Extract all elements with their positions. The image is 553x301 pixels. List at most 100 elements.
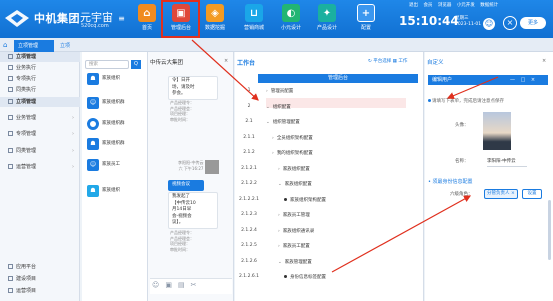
- chevron-right-icon: ›: [278, 213, 280, 218]
- top-link[interactable]: 会员: [423, 3, 432, 8]
- group-avatar-icon: ☗: [87, 185, 99, 197]
- tree-node[interactable]: ⌄ 家族组织配置: [278, 181, 312, 187]
- top-link[interactable]: 小元开发: [457, 3, 475, 8]
- tree-node[interactable]: › 管理员配置: [266, 88, 293, 94]
- attach-icon[interactable]: ✂: [191, 281, 203, 289]
- user-photo[interactable]: [483, 112, 511, 150]
- row-number: 2.1.2.2: [241, 181, 257, 186]
- contact-item[interactable]: ☺ 家族组织群: [87, 96, 145, 110]
- set-role-button[interactable]: 设置: [522, 189, 542, 199]
- nav-data-mining[interactable]: ◈ 数据挖掘: [198, 4, 232, 36]
- refresh-icon[interactable]: ↻: [368, 59, 372, 64]
- design-icon: ◐: [282, 4, 300, 22]
- bullet-icon: [284, 197, 287, 201]
- contact-item[interactable]: ☺ 家族员工: [87, 158, 145, 172]
- row-number: 2.1.2.6.1: [239, 274, 260, 279]
- more-button[interactable]: 更多: [520, 17, 546, 29]
- tree-node[interactable]: ⌄ 家族管理配置: [278, 259, 312, 265]
- tree-node[interactable]: › 家族员工配置: [278, 243, 310, 249]
- tree-node[interactable]: › 家族组织配置: [278, 166, 310, 172]
- row-number: 1: [247, 88, 251, 93]
- column-header: 管理后台: [258, 74, 418, 83]
- tree-node-label: 家族组织配置: [282, 166, 310, 172]
- tree-node[interactable]: › 家族员工管理: [278, 212, 310, 218]
- user-avatar-icon[interactable]: ☺: [483, 18, 495, 30]
- close-icon[interactable]: ×: [224, 58, 228, 64]
- dialog-window-controls[interactable]: — □ ×: [510, 75, 537, 85]
- nav-home[interactable]: ⌂ 首页: [130, 4, 164, 36]
- sidebar-item[interactable]: 专项执行: [0, 74, 80, 84]
- sidebar-item-label: 业务执行: [16, 65, 37, 71]
- chat-message: 令】日开 场，请及时 参会。: [168, 76, 218, 100]
- nav-design[interactable]: ◐ 小元设计: [274, 4, 308, 36]
- sidebar-bottom-item[interactable]: 运营项目: [0, 286, 80, 296]
- tab-bar: ⌂ 立项管理 立项: [0, 38, 553, 52]
- tab-active[interactable]: 立项管理: [14, 40, 54, 52]
- name-value[interactable]: 李阳阳-中传云: [487, 158, 516, 164]
- platform-select-link[interactable]: 平台选择: [373, 59, 391, 64]
- collapse-menu-icon[interactable]: ≡: [117, 14, 126, 23]
- scrollbar[interactable]: [548, 200, 551, 260]
- sidebar-item-label: 专项管理: [16, 131, 37, 137]
- checkbox-icon: [8, 54, 13, 59]
- checkbox-icon: [8, 164, 13, 169]
- workbench-panel: [235, 52, 424, 301]
- tree-node[interactable]: ⌄ 组织管理配置: [266, 119, 300, 125]
- folder-icon[interactable]: ▤: [178, 281, 191, 289]
- chevron-down-icon: ⌄: [266, 104, 270, 110]
- contact-name: 家族组织群: [102, 121, 125, 126]
- sidebar-item[interactable]: 同类管理 ›: [0, 146, 80, 156]
- nav-mall[interactable]: ⊔ 营销商城: [237, 4, 271, 36]
- sidebar-item[interactable]: 业务管理 ›: [0, 113, 80, 123]
- tab-home-icon[interactable]: ⌂: [3, 40, 13, 50]
- contact-item[interactable]: ☗ 家族组织群: [87, 137, 145, 151]
- nav-config[interactable]: + 配置: [349, 4, 383, 36]
- tab-more[interactable]: 立项: [60, 40, 70, 52]
- role-tag[interactable]: 分管负责人 ×: [484, 189, 518, 199]
- chat-card-header[interactable]: 视频会议: [168, 180, 204, 191]
- tree-node[interactable]: › 我的组织架构配置: [272, 150, 313, 156]
- annotation-highlight-box: [161, 0, 200, 38]
- tree-node[interactable]: › 家族组织通讯录: [278, 228, 314, 234]
- sidebar-bottom-item[interactable]: 应用平台: [0, 262, 80, 272]
- search-button[interactable]: Q: [131, 60, 141, 69]
- contacts-panel: [82, 52, 148, 301]
- nav-product[interactable]: ✦ 产品设计: [310, 4, 344, 36]
- contact-item[interactable]: ☗ 家族组织: [87, 72, 145, 86]
- top-link[interactable]: 浏览器: [438, 3, 452, 8]
- checkbox-icon: [8, 264, 13, 269]
- chat-toolbar: ☺▣▤✂: [152, 281, 202, 289]
- checkbox-icon: [8, 65, 13, 70]
- tree-node[interactable]: 身份信息标签配置: [284, 274, 326, 280]
- image-icon[interactable]: ▣: [165, 281, 178, 289]
- emoji-icon[interactable]: ☺: [152, 281, 165, 289]
- tree-node[interactable]: 家族组织架构配置: [284, 197, 326, 203]
- sidebar-bottom-item[interactable]: 建设项目: [0, 274, 80, 284]
- contact-item[interactable]: 家族组织群: [87, 117, 145, 131]
- close-icon[interactable]: ×: [503, 16, 517, 30]
- contact-item[interactable]: ☗ 家族组织: [87, 184, 145, 198]
- remove-tag-icon[interactable]: ×: [511, 191, 515, 196]
- bullet-icon: [284, 275, 287, 278]
- close-icon[interactable]: ×: [542, 58, 546, 64]
- sidebar-item[interactable]: 运营管理 ›: [0, 162, 80, 172]
- sidebar-section[interactable]: 立项管理: [0, 52, 80, 62]
- sidebar-section[interactable]: 立项管理: [0, 97, 80, 107]
- work-link[interactable]: 工作: [398, 59, 407, 64]
- sidebar-section-label: 立项管理: [16, 99, 37, 105]
- tree-node-label: 家族组织配置: [284, 182, 312, 187]
- sidebar-item[interactable]: 专项管理 ›: [0, 129, 80, 139]
- top-link[interactable]: 数据统计: [480, 3, 498, 8]
- search-input[interactable]: 搜索: [85, 60, 129, 69]
- date: 星期三 2023-11-01: [455, 16, 481, 27]
- nav-label: 配置: [360, 25, 371, 31]
- sidebar-item[interactable]: 业务执行: [0, 63, 80, 73]
- top-link[interactable]: 退出: [409, 3, 418, 8]
- contact-name: 家族组织: [102, 188, 120, 193]
- chat-message-details: 产品经理令： 产品经理会： 项目经理： 审批时间：: [170, 100, 194, 122]
- tree-node[interactable]: › 全员组织架构配置: [272, 135, 313, 141]
- sidebar-item[interactable]: 同类执行: [0, 85, 80, 95]
- tree-node[interactable]: ⌄ 组织配置: [266, 104, 291, 110]
- tree-node-label: 家族员工管理: [282, 213, 310, 218]
- tree-node-label: 组织管理配置: [272, 120, 300, 125]
